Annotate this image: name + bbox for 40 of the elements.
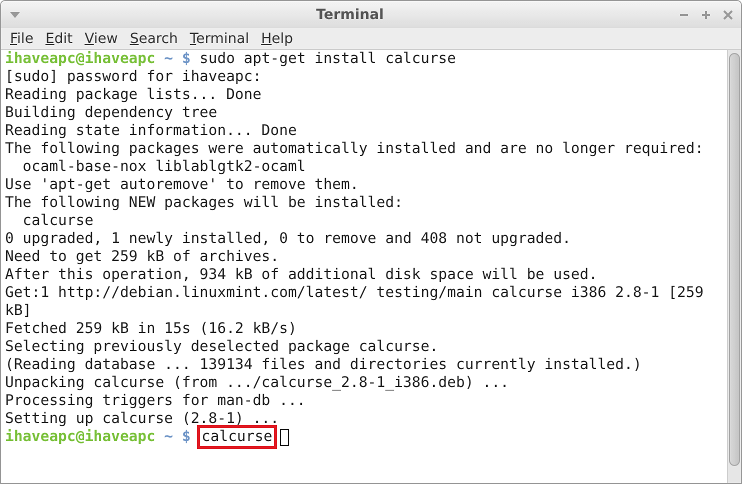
prompt-user: ihaveapc@ihaveapc xyxy=(5,428,156,446)
menu-item[interactable]: Edit xyxy=(40,30,78,46)
maximize-icon[interactable] xyxy=(701,10,711,20)
close-icon[interactable] xyxy=(723,10,733,20)
output-line: The following packages were automatically installed and are no longer required: xyxy=(5,140,704,158)
output-line: Get:1 http://debian.linuxmint.com/latest/ testing/main calcurse i386 2.8-1 [259 xyxy=(5,284,704,302)
highlighted-command: calcurse xyxy=(200,428,274,446)
output-line: After this operation, 934 kB of additional disk space will be used. xyxy=(5,266,598,284)
command-text: sudo apt-get install calcurse xyxy=(200,50,456,68)
output-line: Need to get 259 kB of archives. xyxy=(5,248,280,266)
output-line: ocaml-base-nox liblablgtk2-ocaml xyxy=(22,158,306,176)
output-line: calcurse xyxy=(22,212,94,230)
output-line: Building dependency tree xyxy=(5,104,218,122)
prompt-symbol: $ xyxy=(182,50,191,68)
output-line: Use 'apt-get autoremove' to remove them. xyxy=(5,176,359,194)
output-line: 0 upgraded, 1 newly installed, 0 to remove and 408 not upgraded. xyxy=(5,230,571,248)
menu-item[interactable]: View xyxy=(80,30,123,46)
menu-item[interactable]: File xyxy=(5,30,38,46)
scroll-thumb[interactable] xyxy=(729,53,740,466)
output-line: Unpacking calcurse (from .../calcurse_2.8-1_i386.deb) ... xyxy=(5,374,510,392)
prompt-symbol: $ xyxy=(182,428,191,446)
window-title: Terminal xyxy=(315,6,385,22)
menu-item[interactable]: Terminal xyxy=(184,30,254,46)
output-line: [sudo] password for ihaveapc: xyxy=(5,68,262,86)
output-line: Processing triggers for man-db ... xyxy=(5,392,306,410)
prompt-path: ~ xyxy=(164,428,174,446)
menu-item[interactable]: Help xyxy=(256,30,298,46)
output-line: Fetched 259 kB in 15s (16.2 kB/s) xyxy=(5,320,297,338)
output-line: kB] xyxy=(5,302,32,320)
scrollbar[interactable] xyxy=(727,50,741,483)
output-line: Selecting previously deselected package calcurse. xyxy=(5,338,438,356)
menu-item[interactable]: Search xyxy=(124,30,183,46)
prompt-path: ~ xyxy=(164,50,174,68)
output-line: Reading state information... Done xyxy=(5,122,297,140)
window-menu-icon[interactable] xyxy=(9,10,21,18)
output-line: Reading package lists... Done xyxy=(5,86,262,104)
output-line: Setting up calcurse (2.8-1) ... xyxy=(5,410,280,428)
prompt-user: ihaveapc@ihaveapc xyxy=(5,50,156,68)
output-line: The following NEW packages will be installed: xyxy=(5,194,403,212)
output-line: (Reading database ... 139134 files and directories currently installed.) xyxy=(5,356,642,374)
